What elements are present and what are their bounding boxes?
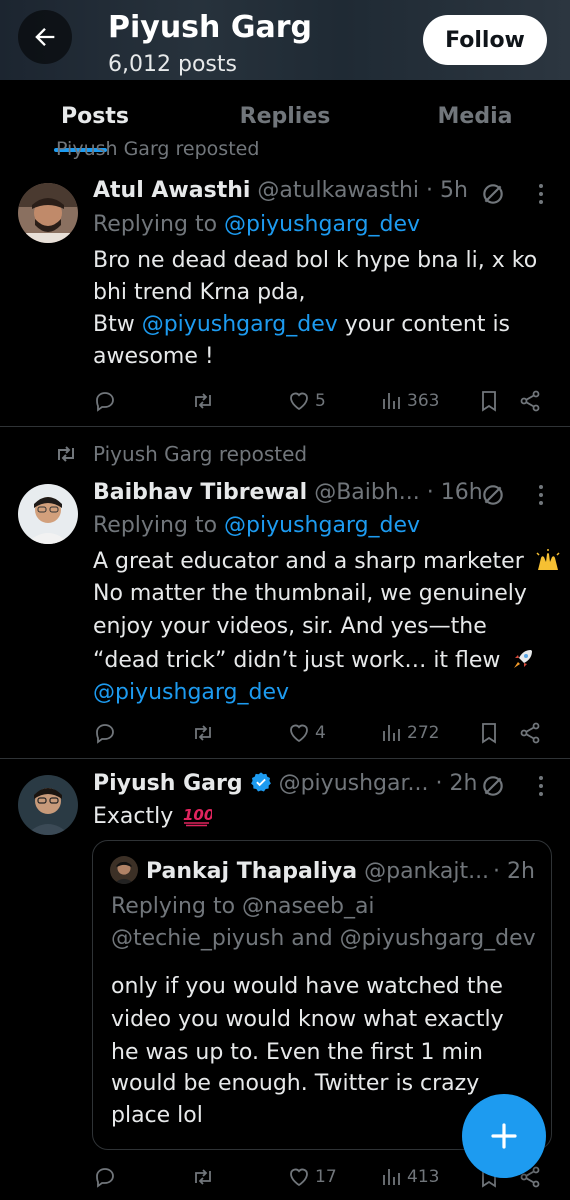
post-text-line: “dead trick” didn’t just work… it flew bbox=[93, 648, 501, 673]
author-handle[interactable]: @Baibh... bbox=[314, 480, 420, 505]
reply-icon bbox=[96, 392, 114, 412]
author-handle[interactable]: @atulkawasthi bbox=[257, 178, 419, 203]
author-name[interactable]: Piyush Garg bbox=[93, 771, 243, 796]
more-vertical-icon[interactable] bbox=[530, 182, 552, 206]
post-time: · 16h bbox=[426, 480, 483, 505]
post-time: · 2h bbox=[435, 771, 478, 796]
quoted-text-line: would be enough. Twitter is crazy bbox=[111, 1071, 480, 1096]
quoted-text-line: video you would know what exactly bbox=[111, 1007, 504, 1032]
grok-icon[interactable] bbox=[480, 773, 506, 799]
views-icon bbox=[383, 393, 400, 409]
rocket-icon bbox=[514, 650, 533, 668]
mention-link[interactable]: @piyushgarg_dev bbox=[142, 312, 338, 337]
post-text-line: bhi trend Krna pda, bbox=[93, 280, 306, 305]
reply-icon bbox=[96, 724, 114, 744]
quoted-author-name: Pankaj Thapaliya bbox=[146, 859, 358, 884]
compose-post-button[interactable] bbox=[462, 1094, 546, 1178]
post-divider bbox=[0, 426, 570, 427]
quoted-post-time: · 2h bbox=[493, 859, 535, 884]
repost-icon bbox=[195, 725, 211, 741]
post-count: 6,012 posts bbox=[108, 52, 237, 77]
view-count: 363 bbox=[407, 391, 440, 411]
reply-button[interactable] bbox=[93, 386, 117, 416]
post-text-line: A great educator and a sharp marketer bbox=[93, 549, 524, 574]
profile-header: Piyush Garg 6,012 posts Follow bbox=[0, 0, 570, 80]
quoted-text-line: he was up to. Even the first 1 min bbox=[111, 1040, 483, 1065]
like-button[interactable]: 17 bbox=[287, 1162, 337, 1192]
repost-icon bbox=[58, 446, 74, 462]
more-vertical-icon[interactable] bbox=[530, 483, 552, 507]
bookmark-icon[interactable] bbox=[478, 389, 500, 413]
like-count: 5 bbox=[315, 391, 326, 411]
post-text-line: Exactly bbox=[93, 804, 174, 829]
grok-icon[interactable] bbox=[480, 482, 506, 508]
avatar bbox=[110, 856, 138, 884]
author-name[interactable]: Atul Awasthi bbox=[93, 178, 250, 203]
reply-icon bbox=[96, 1168, 114, 1188]
reply-button[interactable] bbox=[93, 718, 117, 748]
like-button[interactable]: 4 bbox=[287, 718, 326, 748]
plus-icon bbox=[491, 1123, 517, 1149]
back-arrow-icon bbox=[35, 28, 55, 46]
views-button[interactable]: 363 bbox=[381, 386, 439, 416]
hundred-points-icon: 100 bbox=[183, 806, 215, 827]
more-vertical-icon[interactable] bbox=[530, 774, 552, 798]
svg-text:100: 100 bbox=[183, 806, 212, 824]
quoted-text-line: only if you would have watched the bbox=[111, 974, 503, 999]
repost-label[interactable]: Piyush Garg reposted bbox=[93, 442, 307, 466]
repost-label: Piyush Garg reposted bbox=[56, 138, 260, 160]
reply-button[interactable] bbox=[93, 1162, 117, 1192]
bookmark-icon[interactable] bbox=[478, 721, 500, 745]
avatar[interactable] bbox=[18, 484, 78, 544]
views-icon bbox=[383, 725, 400, 741]
share-icon[interactable] bbox=[518, 721, 542, 745]
repost-icon bbox=[195, 1169, 211, 1185]
post-divider bbox=[0, 758, 570, 759]
post-text-line: Bro ne dead dead bol k hype bna li, x ko bbox=[93, 248, 538, 273]
post-text-line: No matter the thumbnail, we genuinely bbox=[93, 581, 527, 606]
back-button[interactable] bbox=[18, 10, 72, 64]
heart-icon bbox=[290, 724, 308, 743]
like-count: 17 bbox=[315, 1167, 337, 1187]
like-count: 4 bbox=[315, 723, 326, 743]
quoted-replying-line: Replying to @naseeb_ai bbox=[111, 894, 375, 919]
avatar[interactable] bbox=[18, 183, 78, 243]
like-button[interactable]: 5 bbox=[287, 386, 326, 416]
repost-button[interactable] bbox=[190, 1162, 216, 1192]
view-count: 272 bbox=[407, 723, 440, 743]
replying-to-label: Replying to bbox=[93, 212, 218, 237]
views-button[interactable]: 413 bbox=[381, 1162, 439, 1192]
quoted-text-line: place lol bbox=[111, 1103, 203, 1128]
post-text-fragment: your content is bbox=[344, 312, 511, 337]
repost-button[interactable] bbox=[190, 718, 216, 748]
post-text-line: enjoy your videos, sir. And yes—the bbox=[93, 614, 487, 639]
view-count: 413 bbox=[407, 1167, 440, 1187]
author-handle[interactable]: @piyushgar... bbox=[279, 771, 429, 796]
mention-link[interactable]: @piyushgarg_dev bbox=[224, 212, 420, 237]
views-button[interactable]: 272 bbox=[381, 718, 439, 748]
views-icon bbox=[383, 1169, 400, 1185]
quoted-author-handle: @pankajt... bbox=[364, 859, 490, 884]
mention-link[interactable]: @piyushgarg_dev bbox=[93, 680, 289, 705]
quoted-replying-line: @techie_piyush and @piyushgarg_dev bbox=[111, 926, 536, 951]
tab-media[interactable]: Media bbox=[410, 80, 540, 152]
follow-button[interactable]: Follow bbox=[423, 15, 547, 65]
author-name[interactable]: Baibhav Tibrewal bbox=[93, 480, 307, 505]
repost-icon bbox=[195, 393, 211, 409]
raised-hands-icon bbox=[536, 549, 560, 570]
post-text-line: awesome ! bbox=[93, 344, 214, 369]
profile-name: Piyush Garg bbox=[108, 10, 312, 45]
replying-to-label: Replying to bbox=[93, 513, 218, 538]
repost-button[interactable] bbox=[190, 386, 216, 416]
avatar[interactable] bbox=[18, 775, 78, 835]
share-icon[interactable] bbox=[518, 389, 542, 413]
grok-icon[interactable] bbox=[480, 181, 506, 207]
heart-icon bbox=[290, 392, 308, 411]
mention-link[interactable]: @piyushgarg_dev bbox=[224, 513, 420, 538]
post-time: · 5h bbox=[426, 178, 468, 203]
post-text-fragment: Btw bbox=[93, 312, 135, 337]
heart-icon bbox=[290, 1168, 308, 1187]
verified-badge-icon bbox=[250, 772, 271, 792]
